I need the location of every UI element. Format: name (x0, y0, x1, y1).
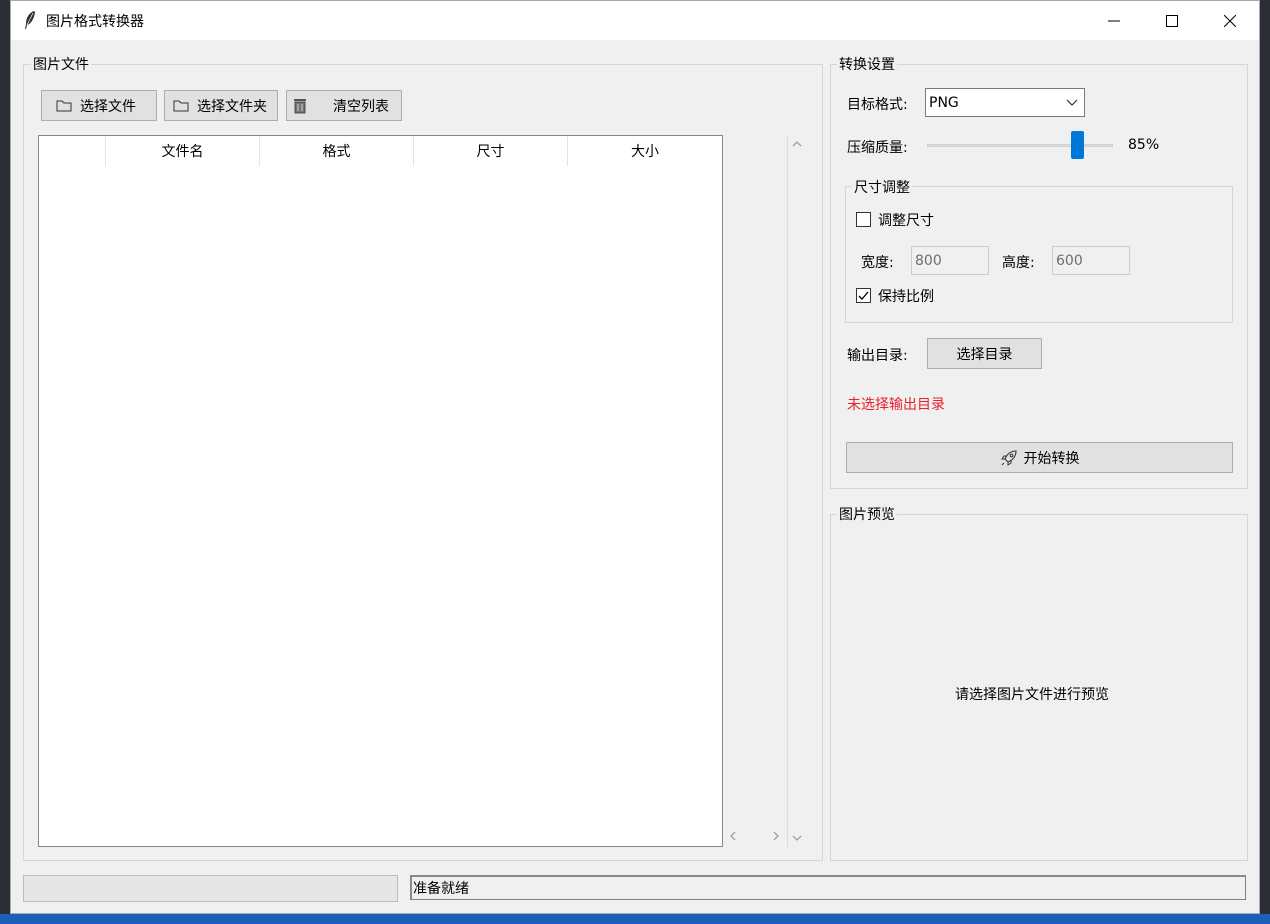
start-convert-label: 开始转换 (1023, 450, 1080, 467)
keep-ratio-label: 保持比例 (878, 289, 934, 305)
minimize-icon (1108, 20, 1120, 21)
column-header-size[interactable]: 尺寸 (414, 136, 568, 166)
output-dir-label: 输出目录: (847, 348, 908, 364)
height-value: 600 (1056, 252, 1083, 269)
vertical-scrollbar-track[interactable] (787, 135, 788, 847)
preview-group-label: 图片预览 (837, 504, 897, 524)
resize-checkbox[interactable] (856, 212, 871, 227)
progress-bar (23, 875, 398, 902)
file-list[interactable]: 文件名 格式 尺寸 大小 (38, 135, 723, 847)
clear-list-button[interactable]: 清空列表 (286, 90, 402, 121)
choose-dir-label: 选择目录 (956, 346, 1013, 363)
height-input[interactable]: 600 (1052, 246, 1130, 275)
status-message-box: 准备就绪 (410, 875, 1246, 900)
settings-group-label: 转换设置 (837, 54, 897, 74)
window-title: 图片格式转换器 (46, 14, 144, 30)
resize-checkbox-label: 调整尺寸 (878, 213, 934, 229)
folder-icon (56, 99, 72, 112)
target-format-label: 目标格式: (847, 97, 908, 113)
width-input[interactable]: 800 (911, 246, 989, 275)
no-output-dir-warning: 未选择输出目录 (847, 397, 945, 413)
column-header-index[interactable] (39, 136, 106, 166)
height-label: 高度: (1002, 255, 1035, 271)
quality-slider-track[interactable] (927, 144, 1113, 147)
chevron-down-icon (1066, 99, 1078, 106)
feather-icon (25, 11, 35, 29)
column-header-filesize[interactable]: 大小 (568, 136, 722, 166)
keep-ratio-checkbox[interactable] (856, 288, 871, 303)
start-convert-button[interactable]: 开始转换 (846, 442, 1233, 473)
quality-value: 85% (1128, 137, 1160, 153)
trash-icon (293, 98, 307, 114)
column-header-format[interactable]: 格式 (260, 136, 414, 166)
select-folder-button[interactable]: 选择文件夹 (164, 90, 278, 121)
target-format-value: PNG (929, 94, 959, 111)
target-format-select[interactable]: PNG (925, 88, 1085, 117)
scroll-left-icon[interactable] (728, 830, 738, 846)
width-value: 800 (915, 252, 942, 269)
select-files-button[interactable]: 选择文件 (41, 90, 157, 121)
choose-dir-button[interactable]: 选择目录 (927, 338, 1042, 369)
maximize-icon (1166, 14, 1178, 27)
taskbar (0, 914, 1270, 924)
select-folder-label: 选择文件夹 (197, 98, 267, 115)
select-files-label: 选择文件 (80, 98, 136, 115)
resize-group-label: 尺寸调整 (852, 177, 912, 197)
scroll-down-icon[interactable] (791, 831, 803, 847)
maximize-button[interactable] (1143, 1, 1201, 40)
column-header-filename[interactable]: 文件名 (106, 136, 260, 166)
quality-slider-thumb[interactable] (1071, 131, 1085, 159)
preview-placeholder: 请选择图片文件进行预览 (955, 687, 1109, 703)
folder-icon (173, 99, 189, 112)
app-window: 图片格式转换器 图片文件 选择文件 选择文件夹 清空列表 文件名 格式 尺寸 大… (10, 0, 1260, 914)
title-bar: 图片格式转换器 (11, 1, 1259, 40)
close-button[interactable] (1201, 1, 1259, 40)
width-label: 宽度: (861, 255, 894, 271)
close-icon (1224, 14, 1236, 27)
checkmark-icon (858, 291, 869, 300)
files-group-label: 图片文件 (31, 54, 91, 74)
scroll-up-icon[interactable] (791, 137, 803, 153)
clear-list-label: 清空列表 (333, 98, 389, 115)
minimize-button[interactable] (1085, 1, 1143, 40)
scroll-right-icon[interactable] (771, 830, 781, 846)
rocket-icon (1000, 449, 1017, 466)
quality-label: 压缩质量: (847, 140, 908, 156)
status-message: 准备就绪 (413, 881, 469, 897)
